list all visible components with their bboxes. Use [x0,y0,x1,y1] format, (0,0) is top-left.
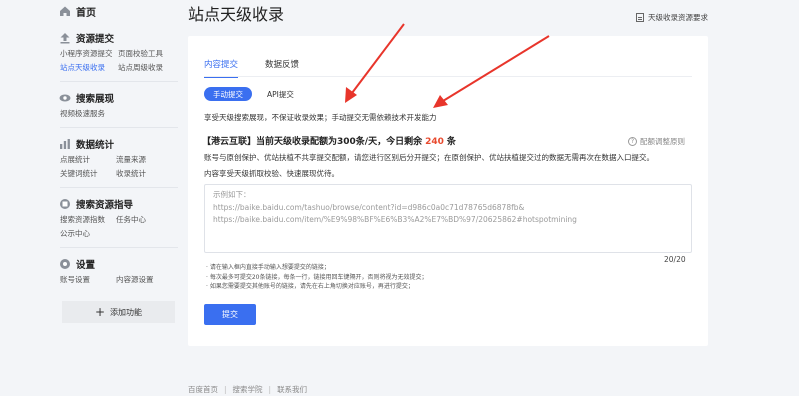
divider [60,247,178,248]
plus-icon: + [94,305,106,319]
sidebar-section-title: 资源提交 [52,30,180,46]
footer: 百度首页 | 搜索学院 | 联系我们 [188,384,307,395]
placeholder-line: 示例如下： [213,190,251,199]
sidebar-section-title: 数据统计 [52,136,180,152]
page-title: 站点天级收录 [188,5,285,24]
quota-prefix: 【港云互联】当前天级收录配额为300条/天，今日剩余 [202,137,423,147]
footer-link-academy[interactable]: 搜索学院 [233,384,263,395]
sidebar-item-weekly-index[interactable]: 站点周级收录 [118,61,176,75]
placeholder-line: https://baike.baidu.com/tashuo/browse/co… [213,202,525,212]
sidebar-section-title: 设置 [52,256,180,272]
footer-separator: | [224,385,227,394]
eye-icon [59,92,71,104]
book-icon [59,198,71,210]
document-icon [636,13,644,22]
sidebar-item-index-stats[interactable]: 收录统计 [116,167,172,181]
quota-rule-label: 配额调整原则 [640,137,685,146]
divider [60,127,178,128]
help-icon: ? [628,137,637,146]
sidebar-section-label: 搜索展现 [76,94,115,105]
requirements-link-label: 天级收录资源要求 [648,13,708,22]
sidebar-item-search-index[interactable]: 搜索资源指数 [60,213,116,227]
sidebar-item-content-source-settings[interactable]: 内容源设置 [116,273,172,287]
quota-summary: 【港云互联】当前天级收录配额为300条/天，今日剩余 240 条 [202,134,456,147]
api-submit-pill[interactable]: API提交 [258,87,303,101]
footer-link-contact[interactable]: 联系我们 [277,384,307,395]
sidebar-section-label: 资源提交 [76,34,115,45]
sidebar-section-label: 设置 [76,260,96,271]
divider [60,187,178,188]
sidebar-home-label: 首页 [76,7,96,19]
tab-bar: 内容提交 数据反馈 [204,58,326,78]
sidebar-item-task-center[interactable]: 任务中心 [116,213,172,227]
sidebar-item-video-fast-service[interactable]: 视频极速服务 [60,107,118,121]
requirements-link[interactable]: 天级收录资源要求 [636,12,708,23]
sidebar-item-home[interactable]: 首页 [52,0,180,22]
sidebar-section-title: 搜索资源指导 [52,196,180,212]
tip-line: · 每次最多可提交20条链接，每条一行，链接用回车键隔开，否则将视为无效提交； [206,273,428,281]
footer-separator: | [268,385,272,394]
sidebar-section-guidance: 搜索资源指导 搜索资源指数 任务中心 公示中心 [52,196,180,248]
url-input[interactable]: 示例如下： https://baike.baidu.com/tashuo/bro… [204,184,692,253]
sidebar-item-keyword-stats[interactable]: 关键词统计 [60,167,116,181]
tab-content-submit[interactable]: 内容提交 [204,58,239,78]
footer-link-baidu-home[interactable]: 百度首页 [188,384,218,395]
gear-icon [59,258,71,270]
tip-line: · 如果您需要提交其他账号的链接，请先在右上角切换对应账号，再进行提交； [206,283,414,290]
sidebar-section-label: 搜索资源指导 [76,200,134,211]
submit-button[interactable]: 提交 [204,304,256,325]
sidebar-item-page-check-tool[interactable]: 页面校验工具 [118,47,176,61]
feature-description: 享受天级搜索展现，不保证收录效果；手动提交无需依赖技术开发能力 [204,113,437,122]
home-icon [59,5,71,17]
manual-submit-pill[interactable]: 手动提交 [204,87,252,101]
sidebar-section-resource-submit: 资源提交 小程序资源提交 页面校验工具 站点天级收录 站点周级收录 [52,30,180,82]
sidebar-item-account-settings[interactable]: 账号设置 [60,273,116,287]
tip-line: · 请在输入框内直接手动输入想要提交的链接； [206,264,330,271]
url-counter: 20/20 [664,255,686,264]
sidebar-item-notice-center[interactable]: 公示中心 [60,227,116,241]
placeholder-line: https://baike.baidu.com/item/%E9%98%BF%E… [213,215,577,224]
quota-rule-link[interactable]: ? 配额调整原则 [628,136,685,147]
main-card: 内容提交 数据反馈 手动提交 API提交 享受天级搜索展现，不保证收录效果；手动… [188,36,708,346]
upload-icon [59,32,71,44]
sidebar-section-settings: 设置 账号设置 内容源设置 [52,256,180,287]
sidebar-section-data-stats: 数据统计 点展统计 流量来源 关键词统计 收录统计 [52,136,180,188]
divider [60,81,178,82]
tab-divider [204,76,692,77]
sidebar-section-search-display: 搜索展现 视频极速服务 [52,90,180,128]
bar-chart-icon [59,138,71,150]
tab-data-feedback[interactable]: 数据反馈 [265,58,299,78]
sidebar-item-daily-index[interactable]: 站点天级收录 [60,61,118,75]
sidebar-item-miniprogram-submit[interactable]: 小程序资源提交 [60,47,118,61]
sidebar-item-traffic-source[interactable]: 流量来源 [116,153,172,167]
sidebar-item-click-stats[interactable]: 点展统计 [60,153,116,167]
crawl-note: 内容享受天级抓取校验、快速展现优待。 [204,169,339,178]
add-feature-button[interactable]: + 添加功能 [62,301,175,323]
sidebar: 首页 资源提交 小程序资源提交 页面校验工具 站点天级收录 站点周级收录 搜索展… [52,0,180,323]
protection-note: 账号与原创保护、优站扶植不共享提交配额，请您进行区别后分开提交；在原创保护、优站… [204,153,654,162]
sidebar-section-title: 搜索展现 [52,90,180,106]
submit-tips: · 请在输入框内直接手动输入想要提交的链接； · 每次最多可提交20条链接，每条… [206,263,427,292]
quota-remaining: 240 [425,137,444,147]
sidebar-section-label: 数据统计 [76,140,115,151]
add-feature-label: 添加功能 [110,307,143,317]
quota-suffix: 条 [446,137,456,147]
submit-mode-switch: 手动提交 API提交 [204,87,309,101]
